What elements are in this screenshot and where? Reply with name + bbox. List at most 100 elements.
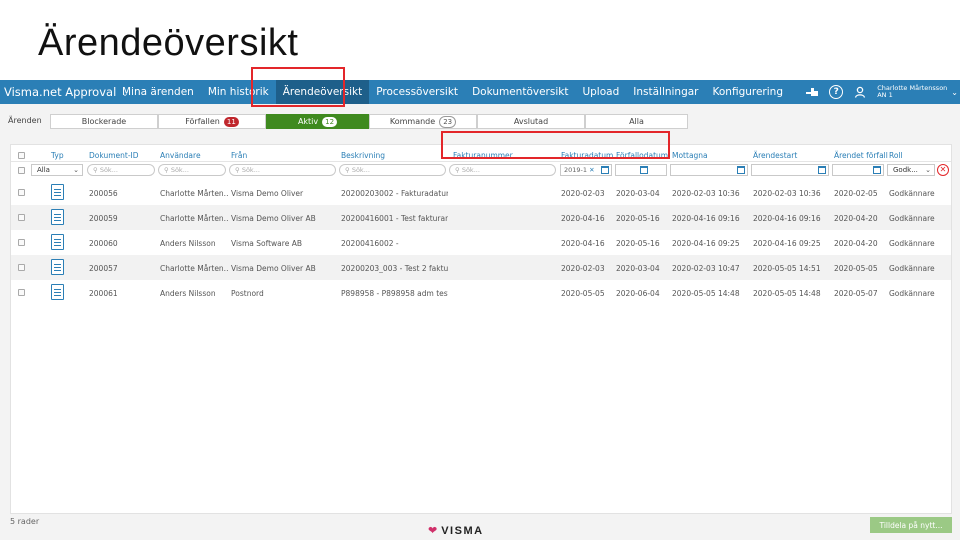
cell-roll: Godkännare bbox=[889, 214, 935, 223]
clear-filters-icon[interactable]: ✕ bbox=[937, 164, 949, 176]
header-mottagna[interactable]: Mottagna bbox=[672, 151, 708, 160]
nav-konfigurering[interactable]: Konfigurering bbox=[706, 80, 790, 104]
nav-arendeoversikt[interactable]: Ärendeöversikt bbox=[275, 80, 370, 104]
search-input-beskrivning[interactable]: ⚲ Sök... bbox=[339, 164, 446, 176]
cell-beskrivning: 20200416001 - Test fakturan... bbox=[341, 214, 448, 223]
calendar-icon[interactable] bbox=[601, 166, 609, 174]
cell-arendet-forfall: 2020-04-20 bbox=[834, 239, 878, 248]
date-filter-fakturadatum[interactable]: 2019-1 ✕ bbox=[560, 164, 612, 176]
user-icon[interactable] bbox=[853, 85, 867, 99]
row-checkbox[interactable] bbox=[18, 189, 25, 196]
nav-min-historik[interactable]: Min historik bbox=[201, 80, 276, 104]
visma-heart-icon: ❤ bbox=[428, 524, 438, 537]
date-filter-forfallodatum[interactable] bbox=[615, 164, 667, 176]
table-row[interactable]: 200060 Anders Nilsson Visma Software AB 202… bbox=[11, 230, 951, 255]
search-input-anvandare[interactable]: ⚲ Sök... bbox=[158, 164, 226, 176]
chevron-down-icon[interactable]: ⌄ bbox=[951, 88, 958, 97]
date-filter-mottagna[interactable] bbox=[670, 164, 748, 176]
calendar-icon[interactable] bbox=[873, 166, 881, 174]
type-filter-select[interactable]: Alla ⌄ bbox=[31, 164, 83, 176]
select-value: Alla bbox=[37, 166, 50, 174]
cell-fran: Visma Demo Oliver bbox=[231, 189, 304, 198]
header-anvandare[interactable]: Användare bbox=[160, 151, 201, 160]
search-input-fakturanummer[interactable]: ⚲ Sök... bbox=[449, 164, 556, 176]
row-checkbox[interactable] bbox=[18, 214, 25, 221]
tab-kommande[interactable]: Kommande 23 bbox=[369, 114, 477, 129]
cell-arendet-forfall: 2020-04-20 bbox=[834, 214, 878, 223]
cell-mottagna: 2020-05-05 14:48 bbox=[672, 289, 740, 298]
row-checkbox[interactable] bbox=[18, 264, 25, 271]
header-fakturanummer[interactable]: Fakturanummer bbox=[453, 151, 513, 160]
invoice-document-icon[interactable] bbox=[51, 234, 64, 250]
cell-arendet-forfall: 2020-05-07 bbox=[834, 289, 878, 298]
nav-mina-arenden[interactable]: Mina ärenden bbox=[115, 80, 201, 104]
cell-fakturadatum: 2020-05-05 bbox=[561, 289, 605, 298]
pointer-icon[interactable] bbox=[805, 85, 819, 99]
header-fran[interactable]: Från bbox=[231, 151, 247, 160]
header-typ[interactable]: Typ bbox=[51, 151, 64, 160]
cell-dokument-id: 200059 bbox=[89, 214, 118, 223]
cell-fran: Visma Demo Oliver AB bbox=[231, 214, 316, 223]
header-forfallodatum[interactable]: Förfallodatum bbox=[616, 151, 668, 160]
header-arendestart[interactable]: Ärendestart bbox=[753, 151, 797, 160]
nav-upload[interactable]: Upload bbox=[575, 80, 626, 104]
tab-alla[interactable]: Alla bbox=[585, 114, 688, 129]
header-beskrivning[interactable]: Beskrivning bbox=[341, 151, 385, 160]
nav-installningar[interactable]: Inställningar bbox=[626, 80, 705, 104]
invoice-document-icon[interactable] bbox=[51, 284, 64, 300]
brand-menu[interactable]: Visma.net Approval ⌄ bbox=[0, 85, 129, 99]
cell-fakturadatum: 2020-02-03 bbox=[561, 189, 605, 198]
filter-row-checkbox[interactable] bbox=[18, 167, 25, 174]
slide-title: Ärendeöversikt bbox=[38, 22, 299, 64]
cell-arendet-forfall: 2020-05-05 bbox=[834, 264, 878, 273]
nav-dokumentoversikt[interactable]: Dokumentöversikt bbox=[465, 80, 575, 104]
table-row[interactable]: 200057 Charlotte Mårten... Visma Demo Oliv… bbox=[11, 255, 951, 280]
clear-date-icon[interactable]: ✕ bbox=[589, 166, 594, 174]
cell-arendestart: 2020-02-03 10:36 bbox=[753, 189, 821, 198]
help-icon[interactable]: ? bbox=[829, 85, 844, 99]
visma-logo-text: VISMA bbox=[441, 524, 484, 537]
placeholder: Sök... bbox=[170, 166, 189, 174]
header-roll[interactable]: Roll bbox=[889, 151, 903, 160]
header-dokument-id[interactable]: Dokument-ID bbox=[89, 151, 139, 160]
date-filter-arendestart[interactable] bbox=[751, 164, 829, 176]
nav-processoversikt[interactable]: Processöversikt bbox=[369, 80, 465, 104]
cell-roll: Godkännare bbox=[889, 289, 935, 298]
date-filter-arendet-forfall[interactable] bbox=[832, 164, 884, 176]
header-fakturadatum[interactable]: Fakturadatum bbox=[561, 151, 613, 160]
invoice-document-icon[interactable] bbox=[51, 209, 64, 225]
invoice-document-icon[interactable] bbox=[51, 259, 64, 275]
tab-avslutad[interactable]: Avslutad bbox=[477, 114, 585, 129]
calendar-icon[interactable] bbox=[818, 166, 826, 174]
invoice-document-icon[interactable] bbox=[51, 184, 64, 200]
tab-blockerade[interactable]: Blockerade bbox=[50, 114, 158, 129]
tab-forfallen[interactable]: Förfallen 11 bbox=[158, 114, 266, 129]
reassign-button[interactable]: Tilldela på nytt... bbox=[870, 517, 952, 533]
tab-aktiv[interactable]: Aktiv 12 bbox=[266, 114, 369, 129]
calendar-icon[interactable] bbox=[640, 166, 648, 174]
table-row[interactable]: 200061 Anders Nilsson Postnord P898958 - P8… bbox=[11, 280, 951, 305]
cell-anvandare: Charlotte Mårten... bbox=[160, 189, 228, 198]
cell-anvandare: Charlotte Mårten... bbox=[160, 264, 228, 273]
user-info[interactable]: Charlotte Mårtensson AN 1 bbox=[877, 84, 947, 100]
select-all-checkbox[interactable] bbox=[18, 152, 25, 159]
header-arendet-forfall[interactable]: Ärendet förfall bbox=[834, 151, 888, 160]
cell-mottagna: 2020-04-16 09:16 bbox=[672, 214, 740, 223]
cell-roll: Godkännare bbox=[889, 239, 935, 248]
calendar-icon[interactable] bbox=[737, 166, 745, 174]
table-row[interactable]: 200056 Charlotte Mårten... Visma Demo Oliv… bbox=[11, 180, 951, 205]
search-input-dokument-id[interactable]: ⚲ Sök... bbox=[87, 164, 155, 176]
tab-label: Blockerade bbox=[81, 117, 127, 126]
top-nav: Visma.net Approval ⌄ Mina ärenden Min his… bbox=[0, 80, 960, 104]
tab-label: Avslutad bbox=[513, 117, 549, 126]
select-value: Godk... bbox=[893, 166, 918, 174]
nav-right-tools: ? Charlotte Mårtensson AN 1 ⌄ bbox=[805, 80, 960, 104]
row-checkbox[interactable] bbox=[18, 289, 25, 296]
cell-beskrivning: 20200416002 - bbox=[341, 239, 399, 248]
role-filter-select[interactable]: Godk... ⌄ bbox=[887, 164, 935, 176]
count-badge: 11 bbox=[223, 116, 239, 127]
row-checkbox[interactable] bbox=[18, 239, 25, 246]
search-input-fran[interactable]: ⚲ Sök... bbox=[229, 164, 336, 176]
table-row[interactable]: 200059 Charlotte Mårten... Visma Demo Oliv… bbox=[11, 205, 951, 230]
tab-label: Alla bbox=[629, 117, 644, 126]
